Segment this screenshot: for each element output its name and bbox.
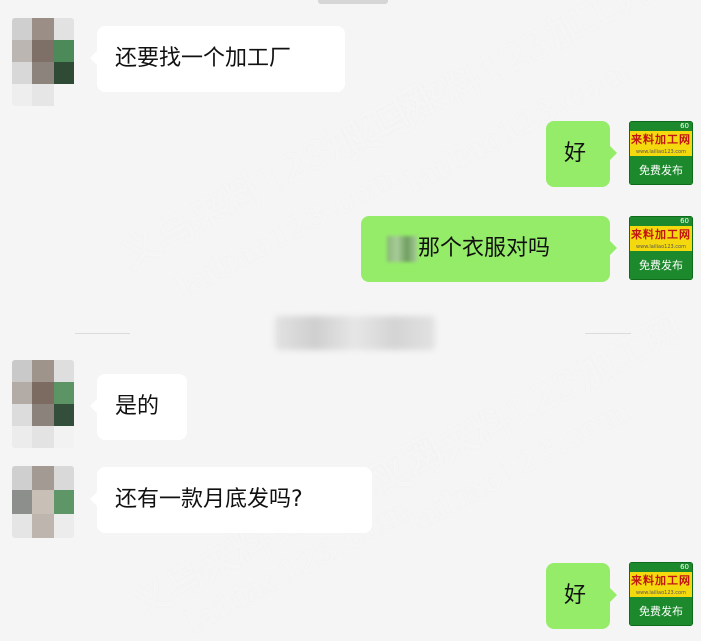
message-bubble[interactable]: 好 bbox=[546, 121, 617, 187]
message-text: 还有一款月底发吗? bbox=[115, 487, 303, 512]
brand-tagline: 免费发布 bbox=[630, 156, 692, 184]
brand-name: 来料加工网 bbox=[630, 572, 692, 590]
watermark-url: lailiao123.com bbox=[400, 393, 636, 541]
message-bubble[interactable]: 还要找一个加工厂 bbox=[90, 26, 345, 92]
message-text: 好 bbox=[564, 141, 587, 166]
message-bubble[interactable]: 那个衣服对吗 bbox=[361, 216, 617, 282]
redacted-text bbox=[387, 236, 417, 262]
brand-url: www.lailiao123.com bbox=[630, 149, 692, 156]
brand-corner-text: 60 bbox=[630, 563, 692, 572]
watermark-text: 义乌来料123加工网 bbox=[333, 0, 660, 167]
brand-tagline: 免费发布 bbox=[630, 251, 692, 279]
brand-avatar[interactable]: 60 来料加工网 www.lailiao123.com 免费发布 bbox=[629, 562, 693, 626]
brand-corner-text: 60 bbox=[630, 122, 692, 131]
message-text: 那个衣服对吗 bbox=[418, 236, 551, 261]
brand-name: 来料加工网 bbox=[630, 226, 692, 244]
contact-avatar[interactable] bbox=[12, 18, 74, 106]
message-bubble[interactable]: 好 bbox=[546, 563, 617, 629]
time-divider bbox=[75, 312, 631, 352]
message-bubble[interactable]: 还有一款月底发吗? bbox=[90, 467, 372, 533]
brand-tagline: 免费发布 bbox=[630, 597, 692, 625]
contact-avatar[interactable] bbox=[12, 466, 74, 538]
blurred-timestamp bbox=[275, 316, 435, 350]
top-scroll-hint bbox=[318, 0, 388, 4]
brand-url: www.lailiao123.com bbox=[630, 244, 692, 251]
contact-avatar[interactable] bbox=[12, 360, 74, 448]
message-text: 好 bbox=[564, 583, 587, 608]
brand-name: 来料加工网 bbox=[630, 131, 692, 149]
divider-line bbox=[585, 333, 631, 334]
message-text: 是的 bbox=[115, 394, 160, 419]
brand-corner-text: 60 bbox=[630, 217, 692, 226]
chat-window: 义乌来料123加工网 lailiao123.com 义乌来料123加工网 lai… bbox=[0, 0, 701, 641]
message-bubble[interactable]: 是的 bbox=[90, 374, 187, 440]
message-text: 还要找一个加工厂 bbox=[115, 46, 292, 71]
brand-url: www.lailiao123.com bbox=[630, 590, 692, 597]
divider-line bbox=[75, 333, 130, 334]
brand-avatar[interactable]: 60 来料加工网 www.lailiao123.com 免费发布 bbox=[629, 216, 693, 280]
brand-avatar[interactable]: 60 来料加工网 www.lailiao123.com 免费发布 bbox=[629, 121, 693, 185]
